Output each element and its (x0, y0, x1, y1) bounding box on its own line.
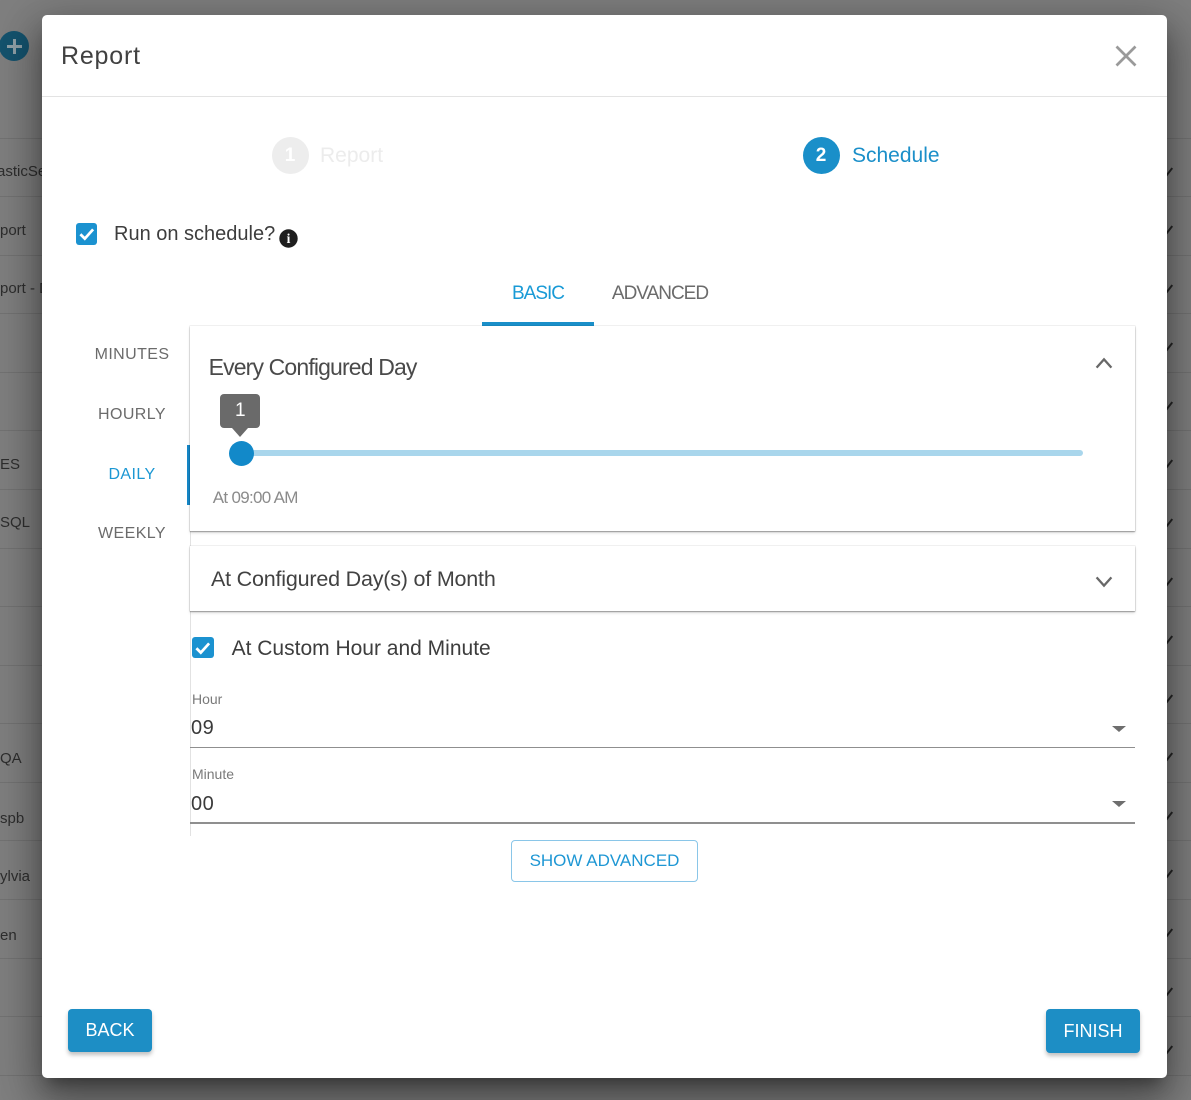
svg-text:i: i (287, 231, 291, 246)
